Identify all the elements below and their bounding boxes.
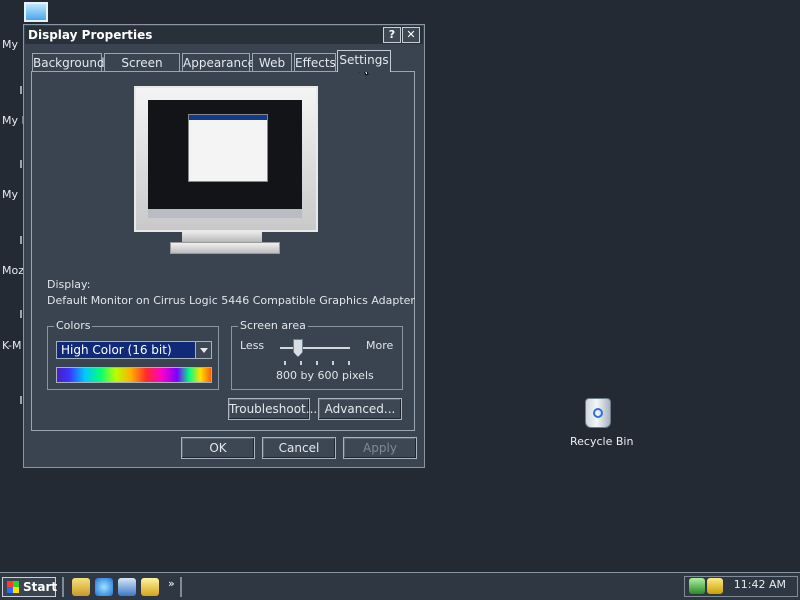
taskbar-separator (180, 577, 182, 597)
preview-window (188, 114, 268, 182)
tab-web[interactable]: Web (252, 53, 292, 71)
help-button[interactable]: ? (383, 27, 401, 43)
monitor-preview (134, 86, 318, 232)
colors-legend: Colors (54, 319, 93, 332)
tab-background[interactable]: Background (32, 53, 105, 71)
desktop-icon-edge (20, 396, 22, 404)
slider-tick (332, 361, 334, 365)
slider-tick (348, 361, 350, 365)
monitor-neck (182, 232, 262, 242)
chevron-down-icon[interactable] (195, 342, 211, 358)
slider-tick (316, 361, 318, 365)
taskbar-separator (62, 577, 64, 597)
quick-launch-overflow[interactable]: » (168, 577, 175, 590)
resolution-value: 800 by 600 pixels (276, 369, 374, 382)
monitor-base (170, 242, 280, 254)
start-label: Start (23, 580, 58, 594)
tab-effects[interactable]: Effects (294, 53, 336, 71)
desktop-icon-edge (20, 310, 22, 318)
desktop-icon-edge (20, 236, 22, 244)
color-spectrum-bar (56, 367, 212, 383)
slider-tick (284, 361, 286, 365)
tab-screen-saver[interactable]: Screen Saver (104, 53, 180, 88)
desktop-icon-edge (20, 86, 22, 94)
outlook-express-icon[interactable] (118, 578, 136, 596)
desktop-icon-label-1[interactable]: My (2, 38, 18, 51)
tab-settings[interactable]: Settings (337, 50, 391, 72)
slider-more-label: More (366, 339, 394, 352)
recycle-bin-icon[interactable] (585, 398, 611, 428)
display-label: Display: (47, 278, 91, 291)
colors-group: Colors High Color (16 bit) (47, 319, 219, 390)
slider-tick (300, 361, 302, 365)
title-bar[interactable]: Display Properties ? ✕ (25, 26, 423, 44)
advanced-button[interactable]: Advanced... (318, 398, 402, 420)
screen-area-legend: Screen area (238, 319, 308, 332)
channels-icon[interactable] (141, 578, 159, 596)
color-depth-select[interactable]: High Color (16 bit) (56, 341, 212, 359)
resolution-slider-track[interactable] (280, 347, 350, 349)
tab-appearance[interactable]: Appearance (182, 53, 255, 71)
scheduler-icon[interactable] (707, 578, 723, 594)
slider-less-label: Less (240, 339, 265, 352)
desktop-icon-label-4[interactable]: Moz (2, 264, 24, 277)
desktop-icon-edge (20, 160, 22, 168)
screen-area-group: Screen area Less More 800 by 600 pixels (231, 319, 403, 390)
ok-button[interactable]: OK (181, 437, 255, 459)
desktop-icon-label-3[interactable]: My (2, 188, 18, 201)
troubleshoot-button[interactable]: Troubleshoot... (228, 398, 317, 420)
cancel-button[interactable]: Cancel (262, 437, 336, 459)
recycle-bin-label[interactable]: Recycle Bin (570, 435, 633, 448)
desktop-icon-label-5[interactable]: K-M (2, 339, 22, 352)
taskbar: Start » 11:42 AM (0, 572, 800, 600)
color-depth-value: High Color (16 bit) (61, 343, 172, 357)
resolution-slider-thumb[interactable] (293, 339, 303, 357)
my-computer-icon[interactable] (24, 2, 48, 22)
show-desktop-icon[interactable] (72, 578, 90, 596)
start-button[interactable]: Start (2, 577, 58, 597)
network-icon[interactable] (689, 578, 705, 594)
apply-button[interactable]: Apply (343, 437, 417, 459)
monitor-screen (148, 100, 302, 218)
dialog-title: Display Properties (28, 28, 153, 42)
display-adapter-text: Default Monitor on Cirrus Logic 5446 Com… (47, 294, 415, 307)
display-properties-dialog: Display Properties ? ✕ Background Screen… (23, 24, 425, 468)
clock[interactable]: 11:42 AM (734, 578, 786, 591)
preview-taskbar (148, 209, 302, 218)
settings-panel: Display: Default Monitor on Cirrus Logic… (31, 71, 415, 431)
internet-explorer-icon[interactable] (95, 578, 113, 596)
windows-logo-icon (7, 581, 19, 593)
close-button[interactable]: ✕ (402, 27, 420, 43)
